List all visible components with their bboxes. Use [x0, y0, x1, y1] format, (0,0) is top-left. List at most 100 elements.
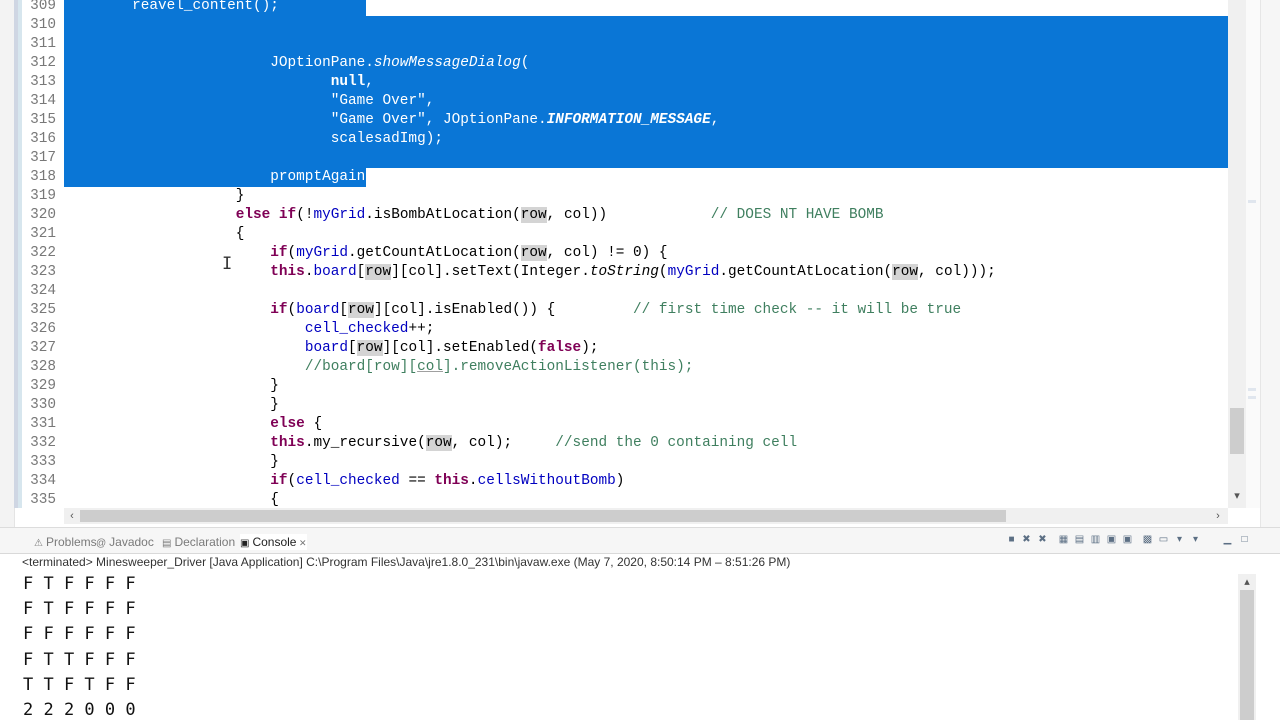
terminate-icon[interactable]: ■ [1005, 533, 1018, 546]
code-text: else if(!myGrid.isBombAtLocation(row, co… [63, 206, 883, 225]
line-number: 326 [30, 321, 56, 337]
code-line[interactable]: 316 scalesadImg); [22, 130, 1228, 149]
code-token: board [313, 264, 357, 280]
code-line[interactable]: 313 null, [22, 73, 1228, 92]
code-line[interactable]: 328 //board[row][col].removeActionListen… [22, 358, 1228, 377]
code-line[interactable]: 315 "Game Over", JOptionPane.INFORMATION… [22, 111, 1228, 130]
code-token: if [278, 207, 297, 223]
code-token: . [468, 473, 478, 489]
show-when-stdout-icon[interactable]: ▣ [1105, 533, 1118, 546]
tab-declaration[interactable]: ▤ Declaration [162, 534, 235, 550]
code-token: ][col].isEnabled()) { [373, 302, 634, 318]
tab-label: Declaration [174, 535, 236, 549]
code-text: //board[row][col].removeActionListener(t… [63, 358, 694, 377]
overview-marker[interactable] [1248, 396, 1256, 399]
code-line[interactable]: 326 cell_checked++; [22, 320, 1228, 339]
code-line[interactable]: 318 promptAgain(); [22, 168, 1228, 187]
code-token: false [538, 340, 582, 356]
scroll-lock-icon[interactable]: ▤ [1073, 533, 1086, 546]
code-line[interactable]: 320 else if(!myGrid.isBombAtLocation(row… [22, 206, 1228, 225]
editor-right-strip [1260, 0, 1280, 527]
code-text: if(myGrid.getCountAtLocation(row, col) !… [63, 244, 668, 263]
code-line[interactable]: 330 } [22, 396, 1228, 415]
scroll-down-arrow-icon[interactable]: ▾ [1231, 490, 1243, 502]
editor-horizontal-scroll-thumb[interactable] [80, 510, 1006, 522]
line-number: 314 [30, 93, 56, 109]
code-editor[interactable]: 309 reavel_content(); 310 311 312 JOptionPa… [0, 0, 1280, 527]
code-token: board [296, 302, 340, 318]
scroll-up-arrow-icon[interactable]: ▴ [1241, 576, 1253, 588]
tab-problems[interactable]: ⚠ Problems [34, 534, 97, 550]
code-line[interactable]: 310 [22, 16, 1228, 35]
code-text: null, [63, 73, 374, 92]
code-token: promptAgain(); [63, 169, 392, 185]
code-line[interactable]: 329 } [22, 377, 1228, 396]
code-token: row [892, 264, 919, 280]
code-line[interactable]: 334 if(cell_checked == this.cellsWithout… [22, 472, 1228, 491]
code-line[interactable]: 333 } [22, 453, 1228, 472]
code-token: //send the 0 containing cell [555, 435, 798, 451]
code-token: else [270, 416, 305, 432]
pin-console-icon[interactable]: ▩ [1141, 533, 1154, 546]
display-console-icon[interactable]: ▭ [1157, 533, 1170, 546]
scroll-left-arrow-icon[interactable]: ‹ [66, 509, 78, 523]
code-text: } [63, 396, 279, 415]
code-line[interactable]: 327 board[row][col].setEnabled(false); [22, 339, 1228, 358]
code-line[interactable]: 331 else { [22, 415, 1228, 434]
overview-ruler[interactable] [1246, 0, 1260, 508]
code-line[interactable]: 332 this.my_recursive(row, col); //send … [22, 434, 1228, 453]
code-text-area[interactable]: 309 reavel_content(); 310 311 312 JOptionPa… [22, 0, 1228, 508]
view-menu-icon[interactable]: ▾ [1189, 533, 1202, 546]
code-token: , JOptionPane. [425, 112, 547, 128]
code-line[interactable]: 314 "Game Over", [22, 92, 1228, 111]
code-line[interactable]: 325 if(board[row][col].isEnabled()) { //… [22, 301, 1228, 320]
code-line[interactable]: 321 { [22, 225, 1228, 244]
line-number: 333 [30, 454, 56, 470]
code-token: , [710, 112, 720, 128]
clear-console-icon[interactable]: ▦ [1057, 533, 1070, 546]
code-token: showMessageDialog [373, 55, 521, 71]
code-token: ++; [408, 321, 435, 337]
word-wrap-icon[interactable]: ▥ [1089, 533, 1102, 546]
code-token: JOptionPane. [63, 55, 374, 71]
code-line[interactable]: 309 reavel_content(); [22, 0, 1228, 16]
remove-launch-icon[interactable]: ✖ [1020, 533, 1033, 546]
code-text: { [63, 491, 279, 508]
code-text: } [63, 187, 245, 206]
open-console-icon[interactable]: ▾ [1173, 533, 1186, 546]
code-line[interactable]: 322 if(myGrid.getCountAtLocation(row, co… [22, 244, 1228, 263]
minimize-icon[interactable]: ▁ [1221, 533, 1234, 546]
code-line[interactable]: 323 this.board[row][col].setText(Integer… [22, 263, 1228, 282]
overview-marker[interactable] [1248, 200, 1256, 203]
line-number: 316 [30, 131, 56, 147]
code-line[interactable]: 319 } [22, 187, 1228, 206]
tab-console[interactable]: ▣ Console ✕ [240, 534, 307, 550]
console-output-line: F F F F F F [23, 624, 136, 645]
console-output-line: T T F T F F [23, 674, 136, 695]
code-line[interactable]: 324 [22, 282, 1228, 301]
overview-marker[interactable] [1248, 388, 1256, 391]
show-when-stderr-icon[interactable]: ▣ [1121, 533, 1134, 546]
console-scroll-thumb[interactable] [1240, 590, 1254, 720]
line-number: 324 [30, 283, 56, 299]
editor-vertical-scroll-thumb[interactable] [1230, 408, 1244, 454]
code-token: cell_checked [304, 321, 409, 337]
code-token: if [270, 302, 288, 318]
console-terminated-label: <terminated> Minesweeper_Driver [Java Ap… [22, 555, 791, 569]
code-token: , col) != 0) { [546, 245, 668, 261]
scroll-right-arrow-icon[interactable]: › [1212, 509, 1224, 523]
code-line[interactable]: 335 { [22, 491, 1228, 508]
remove-all-icon[interactable]: ✖ [1036, 533, 1049, 546]
code-token: //board[row][ [304, 359, 418, 375]
code-line[interactable]: 311 [22, 35, 1228, 54]
maximize-icon[interactable]: □ [1238, 533, 1251, 546]
close-tab-icon[interactable]: ✕ [296, 538, 307, 548]
tab-javadoc[interactable]: @ Javadoc [96, 534, 154, 550]
line-number: 331 [30, 416, 56, 432]
code-line[interactable]: 312 JOptionPane.showMessageDialog( [22, 54, 1228, 73]
code-line[interactable]: 317 [22, 149, 1228, 168]
